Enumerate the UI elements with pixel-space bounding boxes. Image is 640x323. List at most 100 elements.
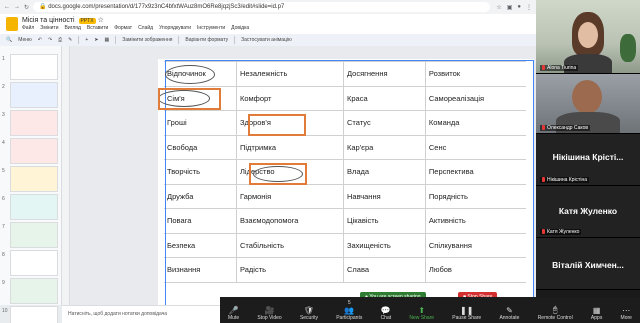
table-cell[interactable]: Активність [425, 208, 526, 234]
menu-item[interactable]: Вигляд [65, 25, 81, 31]
slide-thumbnail[interactable] [10, 54, 58, 80]
remote-control-button[interactable]: 🖰 Remote Control [538, 305, 573, 321]
replace-image-button[interactable]: Замінити зображення [122, 37, 172, 43]
redo-icon[interactable]: ↷ [48, 37, 52, 43]
animate-button[interactable]: Застосувати анімацію [241, 37, 292, 43]
table-cell[interactable]: Розвиток [425, 61, 526, 87]
table-cell[interactable]: Навчання [343, 184, 426, 209]
table-cell[interactable]: Слава [343, 257, 426, 283]
slide-thumbnail[interactable] [10, 166, 58, 192]
pause-share-button[interactable]: ❚❚ Pause Share [452, 306, 481, 321]
more-icon[interactable]: ⋮ [526, 4, 532, 11]
cursor-icon[interactable]: ➤ [94, 37, 98, 43]
slide-thumbnail[interactable] [10, 278, 58, 304]
chat-button[interactable]: 💬 Chat [381, 306, 392, 321]
table-row: Повага Взаємодопомога Цікавість Активність [164, 208, 526, 234]
table-cell[interactable]: Статус [343, 110, 426, 136]
document-title[interactable]: Місія та цінності [22, 17, 75, 24]
bookmark-star-icon[interactable]: ☆ [496, 4, 501, 11]
remote-control-icon: 🖰 [552, 305, 558, 314]
slide-thumbnail[interactable] [10, 250, 58, 276]
menu-item[interactable]: Формат [114, 25, 132, 31]
table-cell[interactable]: Безпека [164, 233, 237, 258]
table-cell[interactable]: Творчість [164, 159, 237, 185]
participant-name: Олександр Саков [547, 125, 589, 131]
new-share-button[interactable]: ⬆ New Share [409, 306, 434, 321]
participant-tile[interactable]: Віталій Химчен... [536, 238, 640, 290]
slide-thumbnail[interactable] [10, 110, 58, 136]
participants-button[interactable]: 5 👥 Participants [336, 300, 362, 321]
slide-thumbnail[interactable] [10, 306, 58, 323]
table-cell[interactable]: Досягнення [343, 61, 426, 87]
mic-muted-icon [542, 125, 545, 131]
browser-actions: ☆ ▣ ● ⋮ [496, 4, 536, 11]
mute-button[interactable]: 🎤 Mute [228, 306, 239, 321]
paint-format-icon[interactable]: ✎ [68, 37, 72, 43]
table-cell[interactable]: Любов [425, 257, 526, 283]
menu-item[interactable]: Змінити [40, 25, 58, 31]
table-cell[interactable]: Комфорт [236, 86, 344, 111]
more-button[interactable]: ⋯ More [621, 306, 632, 321]
table-cell[interactable]: Підтримка [236, 135, 344, 160]
profile-icon[interactable]: ● [517, 4, 521, 11]
table-cell[interactable]: Гроші [164, 110, 237, 136]
reload-icon[interactable]: ↻ [24, 4, 29, 11]
table-cell[interactable]: Дружба [164, 184, 237, 209]
extensions-icon[interactable]: ▣ [507, 4, 513, 11]
table-cell[interactable]: Краса [343, 86, 426, 111]
address-bar[interactable]: 🔒 docs.google.com/presentation/d/177x9z3… [33, 2, 491, 12]
slide-thumbnail[interactable] [10, 138, 58, 164]
slide-thumbnail[interactable] [10, 194, 58, 220]
table-cell[interactable]: Цікавість [343, 208, 426, 234]
table-cell[interactable]: Захищеність [343, 233, 426, 258]
back-icon[interactable]: ← [4, 4, 10, 11]
slides-logo-icon[interactable] [6, 17, 18, 31]
table-cell[interactable]: Стабільність [236, 233, 344, 258]
table-cell[interactable]: Свобода [164, 135, 237, 160]
table-cell[interactable]: Команда [425, 110, 526, 136]
slide-number: 10 [2, 308, 8, 314]
stop-video-button[interactable]: 🎥 Stop Video [257, 306, 281, 321]
image-icon[interactable]: ▦ [105, 37, 110, 43]
participant-name: Катя Жуленко [547, 229, 580, 235]
menu-item[interactable]: Слайд [138, 25, 153, 31]
annotate-button[interactable]: ✎ Annotate [499, 306, 519, 321]
forward-icon[interactable]: → [14, 4, 20, 11]
menu-item[interactable]: Вставити [87, 25, 108, 31]
format-options-button[interactable]: Варіанти формату [185, 37, 228, 43]
table-cell[interactable]: Перспектива [425, 159, 526, 185]
participant-tile[interactable]: Олександр Саков [536, 74, 640, 134]
participant-tile[interactable]: Катя Жуленко Катя Жуленко [536, 186, 640, 238]
table-cell[interactable]: Радість [236, 257, 344, 283]
apps-button[interactable]: ▦ Apps [591, 306, 602, 321]
undo-icon[interactable]: ↶ [38, 37, 42, 43]
table-cell[interactable]: Визнання [164, 257, 237, 283]
star-icon[interactable]: ☆ [98, 17, 104, 24]
participant-tile[interactable]: Alona Tiurina [536, 0, 640, 74]
table-cell[interactable]: Влада [343, 159, 426, 185]
menu-item[interactable]: Файл [22, 25, 34, 31]
search-icon[interactable]: 🔍 [6, 37, 12, 43]
slide-thumbnail[interactable] [10, 82, 58, 108]
add-icon[interactable]: + [85, 37, 88, 43]
menu-search-label[interactable]: Меню [18, 37, 32, 43]
menu-item[interactable]: Упорядкувати [159, 25, 191, 31]
table-cell[interactable]: Незалежність [236, 61, 344, 87]
table-cell[interactable]: Повага [164, 208, 237, 234]
participant-display-name: Нікішина Крісті... [552, 152, 624, 162]
table-cell[interactable]: Порядність [425, 184, 526, 209]
table-cell[interactable]: Самореалізація [425, 86, 526, 111]
print-icon[interactable]: ⎙ [58, 37, 62, 43]
table-cell[interactable]: Сенс [425, 135, 526, 160]
menu-item[interactable]: Довідка [231, 25, 249, 31]
menu-item[interactable]: Інструменти [197, 25, 225, 31]
url-text: docs.google.com/presentation/d/177x9z3nC… [48, 4, 285, 10]
slide-number: 2 [2, 84, 5, 90]
slide-thumbnail[interactable] [10, 222, 58, 248]
table-cell[interactable]: Спілкування [425, 233, 526, 258]
security-button[interactable]: 🛡 Security [300, 306, 318, 321]
participant-tile[interactable]: Нікішина Крісті... Нікішина Крістіна [536, 134, 640, 186]
table-cell[interactable]: Взаємодопомога [236, 208, 344, 234]
table-cell[interactable]: Кар'єра [343, 135, 426, 160]
table-cell[interactable]: Гармонія [236, 184, 344, 209]
